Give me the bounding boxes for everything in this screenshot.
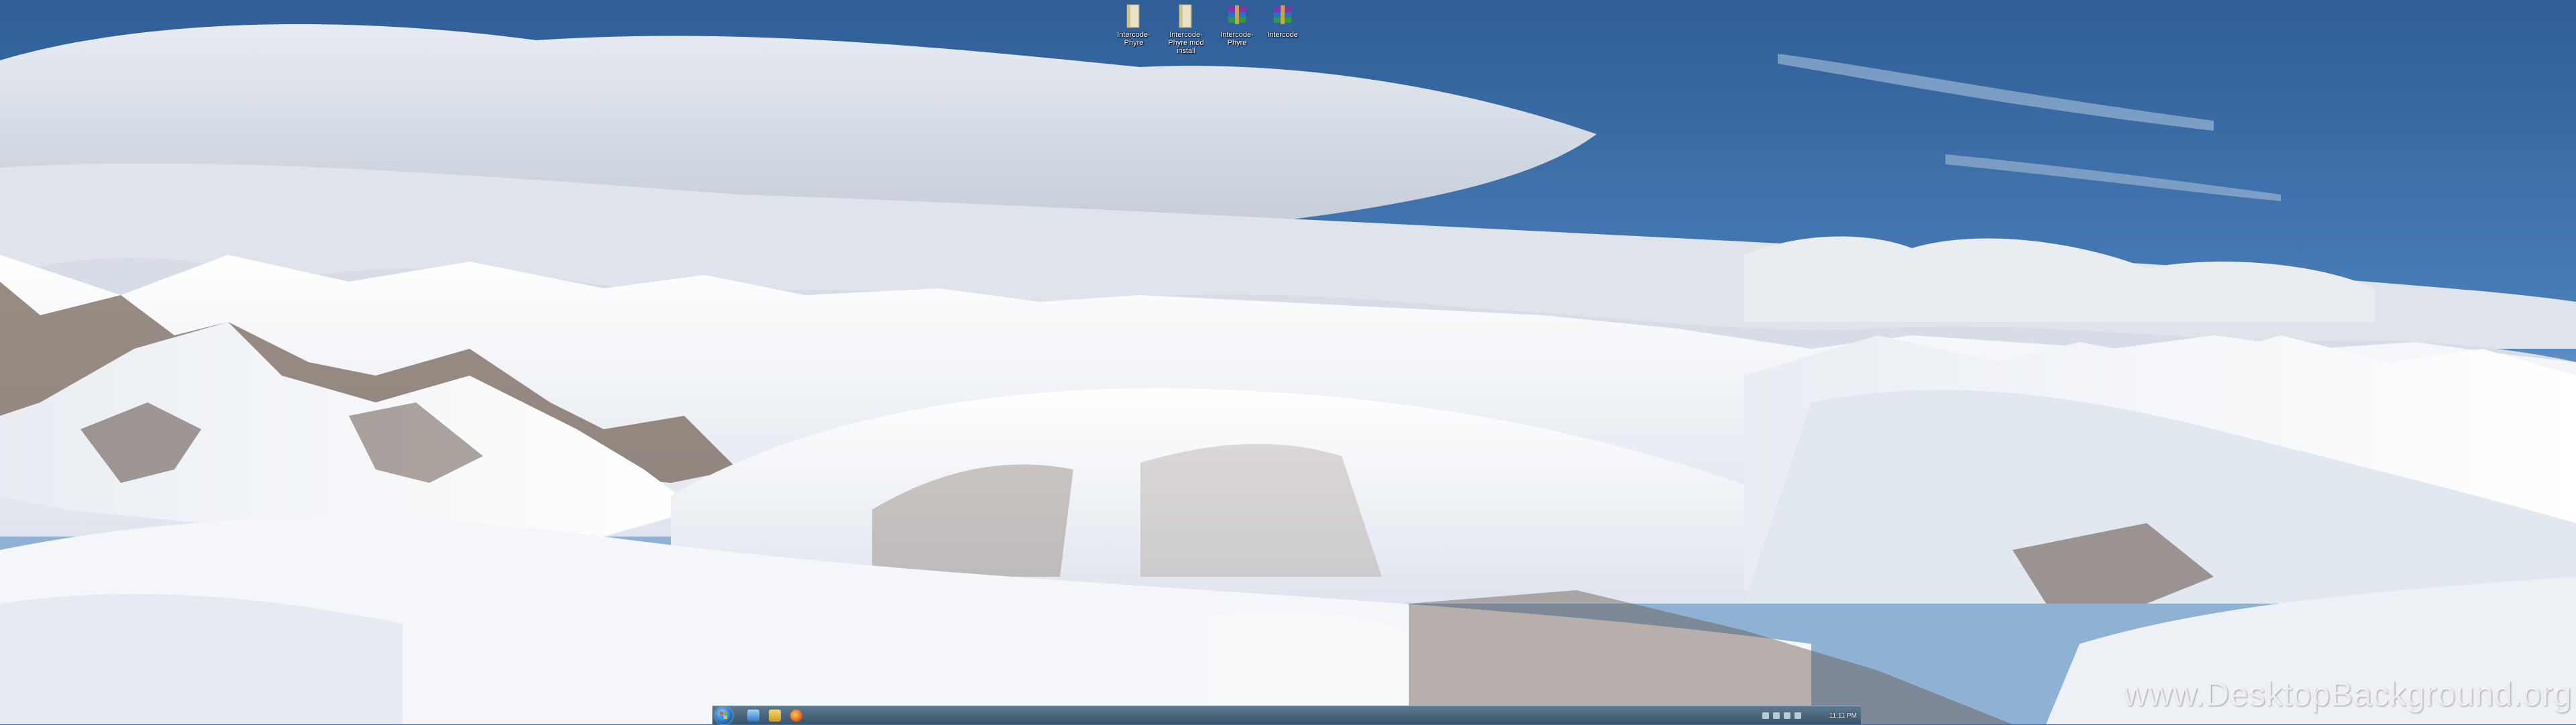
network-icon[interactable]: [1772, 712, 1780, 719]
desktop-icon-label: Intercode: [1267, 31, 1298, 39]
winrar-icon: [1228, 5, 1246, 24]
desktop-icon-label: Intercode-Phyre mod install: [1168, 31, 1204, 55]
taskbar: 11:11 PM: [712, 706, 1861, 724]
desktop-icon-label: Intercode-Phyre: [1220, 31, 1254, 47]
desktop-icon-folder-1[interactable]: Intercode-Phyre: [1110, 3, 1158, 47]
windows-explorer-icon[interactable]: [769, 710, 781, 722]
internet-explorer-icon[interactable]: [747, 710, 759, 722]
folder-icon: [1126, 4, 1140, 28]
desktop-icon-archive-2[interactable]: Intercode: [1258, 3, 1307, 39]
system-tray: 11:11 PM: [1762, 706, 1857, 725]
show-hidden-icons-icon[interactable]: [1762, 712, 1769, 719]
action-center-icon[interactable]: [1794, 712, 1801, 719]
desktop-icon-label: Intercode-Phyre: [1117, 31, 1150, 47]
watermark-text: www.DesktopBackground.org: [2123, 675, 2572, 713]
clock[interactable]: 11:11 PM: [1829, 712, 1857, 720]
folder-icon: [1179, 4, 1192, 28]
winrar-icon: [1274, 5, 1291, 24]
start-button[interactable]: [715, 707, 733, 724]
volume-icon[interactable]: [1783, 712, 1790, 719]
firefox-icon[interactable]: [790, 710, 802, 722]
wallpaper: [0, 0, 2576, 724]
desktop-icon-folder-2[interactable]: Intercode-Phyre mod install: [1162, 3, 1210, 55]
desktop-icon-archive-1[interactable]: Intercode-Phyre: [1213, 3, 1261, 47]
windows-logo-icon: [720, 712, 727, 719]
